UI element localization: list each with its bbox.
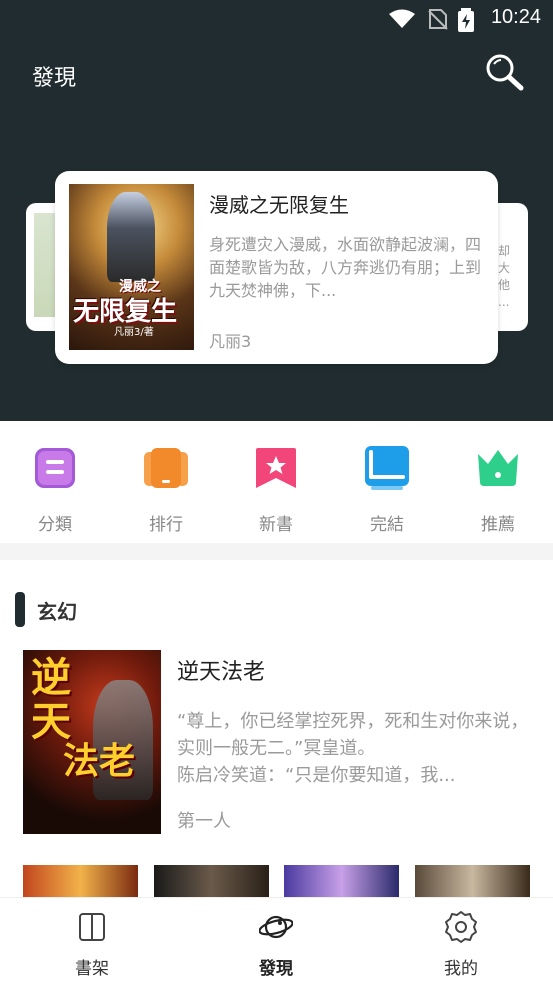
category-label: 新書 (259, 515, 293, 535)
category-completed[interactable]: 完結 (347, 446, 427, 535)
page-title: 發現 (32, 66, 77, 91)
tab-label: 我的 (444, 959, 478, 979)
book-title: 漫威之无限复生 (209, 193, 349, 217)
category-new-books[interactable]: 新書 (236, 446, 316, 535)
tab-label: 書架 (75, 959, 109, 979)
completed-icon (365, 446, 409, 490)
category-recommend[interactable]: 推薦 (458, 446, 538, 535)
book-description: 身死遭灾入漫威，水面欲静起波澜，四面楚歌皆为敌，八方奔逃仍有朋；上到九天焚神佛，… (209, 235, 482, 300)
category-classify[interactable]: 分類 (15, 446, 95, 535)
book-thumbnail[interactable] (415, 865, 530, 900)
section-marker (15, 592, 25, 627)
tab-discover[interactable]: 發現 (226, 910, 326, 979)
wifi-icon (389, 9, 415, 28)
book-thumbnail[interactable] (154, 865, 269, 900)
category-nav: 分類 排行 新書 完結 推薦 (0, 421, 553, 543)
category-label: 推薦 (481, 515, 515, 535)
cover-figure (93, 680, 153, 800)
book-thumbnail[interactable] (284, 865, 399, 900)
category-label: 完結 (370, 515, 404, 535)
category-label: 分類 (38, 515, 72, 535)
book-author: 凡丽3 (209, 332, 252, 351)
book-cover: 漫威之 无限复生 凡丽3/著 (69, 184, 194, 350)
planet-icon (258, 915, 294, 939)
status-time: 10:24 (490, 6, 541, 28)
category-icon (35, 448, 75, 488)
book-thumbnail[interactable] (23, 865, 138, 900)
cover-title-top: 逆天 (31, 655, 71, 745)
category-label: 排行 (149, 515, 183, 535)
book-description: “尊上，你已经掌控死界，死和生对你来说，实则一般无二。”冥皇道。 陈启冷笑道：“… (177, 711, 529, 786)
tab-label: 發現 (259, 959, 293, 979)
tab-mine[interactable]: 我的 (411, 910, 511, 979)
book-author: 第一人 (177, 811, 231, 832)
tab-bookshelf[interactable]: 書架 (42, 910, 142, 979)
book-cover[interactable]: 逆天 法老 (23, 650, 161, 834)
genre-section: 玄幻 逆天 法老 逆天法老 “尊上，你已经掌控死界，死和生对你来说，实则一般无二… (0, 560, 553, 900)
new-book-icon (256, 448, 296, 488)
cover-title-bottom: 法老 (63, 741, 136, 782)
cover-figure (107, 192, 155, 282)
cover-author: 凡丽3/著 (114, 327, 154, 338)
no-sim-icon (428, 9, 448, 30)
bottom-nav: 書架 發現 我的 (0, 897, 553, 983)
status-bar: 10:24 (0, 0, 553, 38)
recommend-crown-icon (478, 450, 518, 486)
featured-book-card[interactable]: 漫威之 无限复生 凡丽3/著 漫威之无限复生 身死遭灾入漫威，水面欲静起波澜，四… (55, 171, 498, 364)
battery-charging-icon (458, 8, 474, 32)
category-ranking[interactable]: 排行 (126, 446, 206, 535)
book-title[interactable]: 逆天法老 (177, 654, 265, 686)
discover-header: 10:24 發現 却大他... 漫威之 无限复生 凡丽3/著 漫威之无限复生 身… (0, 0, 553, 421)
book-description: 却大他... (498, 244, 511, 309)
ranking-icon (144, 448, 188, 488)
search-icon[interactable] (484, 52, 524, 92)
settings-gear-icon (445, 911, 477, 943)
section-title: 玄幻 (37, 600, 77, 624)
bookshelf-icon (79, 913, 105, 941)
